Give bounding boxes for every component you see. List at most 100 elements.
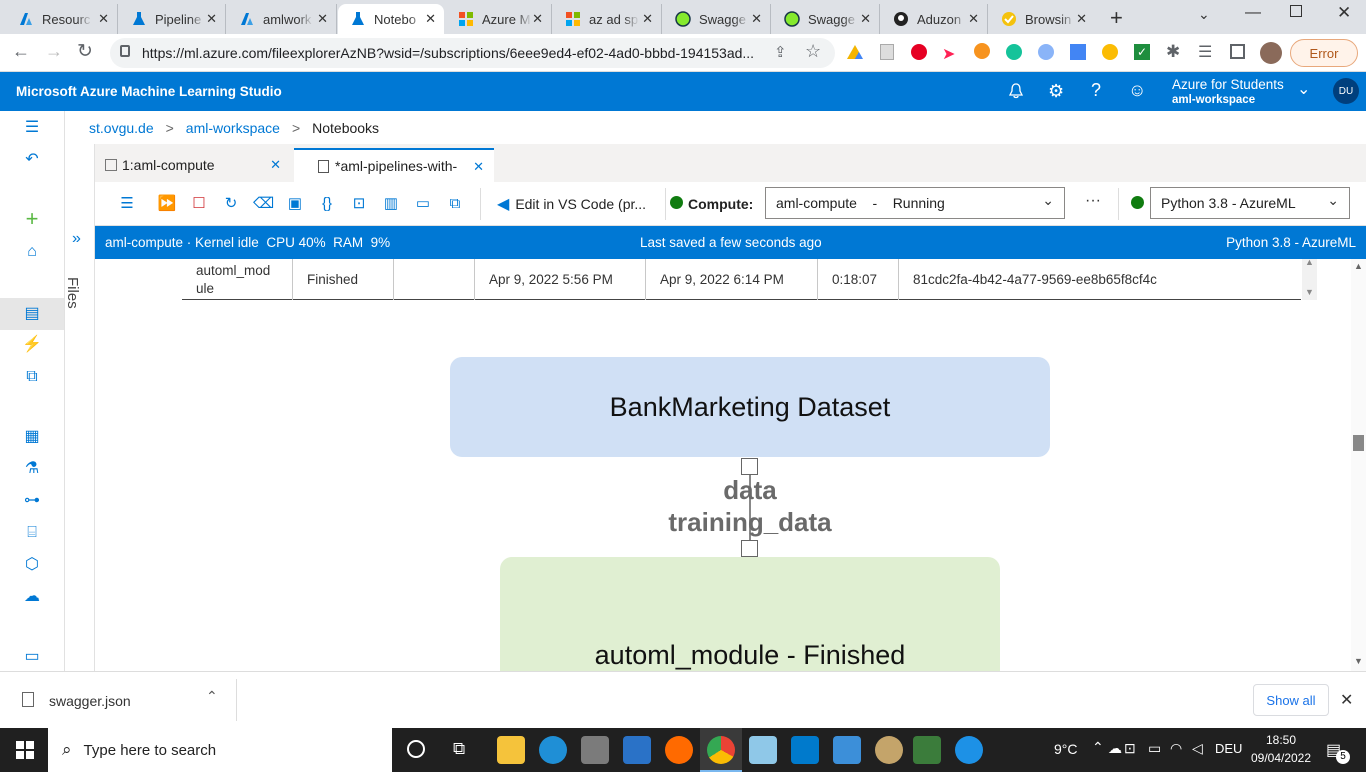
stop-icon[interactable]: ☐ [189, 194, 209, 214]
taskbar-search-box[interactable]: ⌕ Type here to search [48, 728, 392, 772]
terminal-icon[interactable]: ⊡ [349, 194, 369, 214]
close-icon[interactable]: ✕ [642, 11, 653, 27]
gear-icon[interactable]: ⚙ [1048, 81, 1064, 102]
browser-tab[interactable]: Aduzon ✕ [881, 4, 988, 34]
translate-icon[interactable] [1070, 44, 1086, 60]
browser-tab[interactable]: Browsin ✕ [989, 4, 1095, 34]
account-workspace[interactable]: aml-workspace [1172, 94, 1255, 106]
checkbox-extension-icon[interactable]: ✓ [1134, 44, 1150, 60]
chevron-up-icon[interactable]: ⌃ [206, 688, 218, 705]
bell-icon[interactable] [1008, 82, 1025, 100]
wifi-icon[interactable]: ◠ [1170, 740, 1182, 757]
kernel-select[interactable]: Python 3.8 - AzureML ⌄ [1150, 187, 1350, 219]
puzzle-icon[interactable]: ✱ [1166, 42, 1180, 62]
google-drive-icon[interactable] [847, 45, 863, 59]
variables-braces-icon[interactable]: {} [317, 194, 337, 214]
scroll-up-icon[interactable]: ▲ [1305, 259, 1314, 267]
forward-arrow-icon[interactable]: → [45, 41, 63, 62]
reload-icon[interactable]: ↻ [77, 40, 93, 63]
skype-icon[interactable] [1038, 44, 1054, 60]
new-tab-button[interactable]: + [1110, 5, 1123, 31]
account-subscription[interactable]: Azure for Students [1172, 77, 1284, 92]
git-app-icon[interactable] [913, 736, 941, 764]
firefox-icon[interactable] [665, 736, 693, 764]
restore-icon[interactable] [1290, 5, 1302, 17]
url-field[interactable]: https://ml.azure.com/fileexplorerAzNB?ws… [110, 38, 835, 68]
page-scrollbar[interactable]: ▲ ▼ [1351, 259, 1366, 671]
profile-avatar[interactable] [1260, 42, 1282, 64]
tray-app-icon[interactable]: ⊡ [1124, 740, 1136, 757]
scroll-down-icon[interactable]: ▼ [1354, 656, 1363, 666]
close-icon[interactable]: ✕ [532, 11, 543, 27]
extension-badge-icon[interactable] [974, 43, 990, 59]
side-panel-icon[interactable] [1230, 44, 1245, 59]
chrome-taskbar-active[interactable] [700, 728, 742, 772]
close-icon[interactable]: ✕ [206, 11, 217, 27]
arrow-extension-icon[interactable]: ➤ [942, 44, 958, 63]
temperature-text[interactable]: 9°C [1054, 741, 1078, 757]
designer-icon[interactable]: ⧉ [22, 368, 42, 386]
battery-icon[interactable]: ▭ [1148, 740, 1161, 757]
show-all-button[interactable]: Show all [1253, 684, 1329, 716]
notebook-output-area[interactable]: automl_mod ule Finished Apr 9, 2022 5:56… [95, 259, 1366, 671]
browser-tab[interactable]: Resourc ✕ [6, 4, 118, 34]
cloud-tray-icon[interactable]: ☁ [1108, 740, 1122, 757]
compute-cloud-icon[interactable]: ☁ [22, 588, 42, 606]
notebook-tab-active[interactable]: *aml-pipelines-with- ✕ [294, 148, 494, 182]
star-icon[interactable]: ☆ [805, 41, 821, 62]
cortana-icon[interactable] [407, 740, 425, 758]
open-new-window-icon[interactable]: ⧉ [445, 194, 465, 214]
edit-in-vscode-button[interactable]: ◀ Edit in VS Code (pr... [497, 194, 646, 214]
browser-tab[interactable]: Swagge ✕ [772, 4, 880, 34]
vscode-taskbar-icon[interactable] [791, 736, 819, 764]
close-icon[interactable]: ✕ [473, 159, 484, 175]
models-icon[interactable]: ⌸ [22, 524, 42, 542]
close-icon[interactable]: ✕ [270, 157, 281, 173]
experiments-flask-icon[interactable]: ⚗ [22, 460, 42, 478]
download-file-name[interactable]: swagger.json [49, 693, 131, 709]
undo-icon[interactable]: ↶ [22, 151, 42, 169]
home-icon[interactable]: ⌂ [22, 243, 42, 261]
close-window-icon[interactable]: ✕ [1337, 3, 1351, 23]
grammarly-icon[interactable] [1006, 44, 1022, 60]
docker-icon[interactable] [955, 736, 983, 764]
home-extension-icon[interactable] [1102, 44, 1118, 60]
module-node[interactable]: automl_module - Finished [500, 557, 1000, 671]
browser-tab[interactable]: Swagge ✕ [663, 4, 771, 34]
dataset-node[interactable]: BankMarketing Dataset [450, 357, 1050, 457]
compute-select[interactable]: aml-compute - Running ⌄ [765, 187, 1065, 219]
close-icon[interactable]: ✕ [1076, 11, 1087, 27]
smiley-icon[interactable]: ☺ [1128, 80, 1146, 101]
close-icon[interactable]: ✕ [751, 11, 762, 27]
reading-list-icon[interactable]: ☰ [1198, 42, 1212, 62]
minimize-icon[interactable]: — [1245, 4, 1261, 22]
sidebar-item-notebooks[interactable]: ▤ [0, 298, 64, 330]
file-explorer-icon[interactable] [497, 736, 525, 764]
pinterest-icon[interactable] [911, 44, 927, 60]
clock-date[interactable]: 09/04/2022 [1246, 751, 1316, 765]
pipelines-icon[interactable]: ⊶ [22, 492, 42, 510]
store-icon[interactable] [581, 736, 609, 764]
task-view-icon[interactable]: ⧉ [453, 739, 465, 759]
scroll-up-icon[interactable]: ▲ [1354, 261, 1363, 271]
plus-icon[interactable]: + [22, 208, 42, 230]
tab-search-chevron-icon[interactable]: ⌄ [1198, 6, 1210, 23]
share-icon[interactable]: ⇪ [774, 43, 787, 61]
comment-icon[interactable]: ▭ [413, 194, 433, 214]
datasets-icon[interactable]: ▦ [22, 428, 42, 446]
chevron-down-icon[interactable]: ⌄ [1297, 79, 1310, 99]
scroll-thumb[interactable] [1353, 435, 1364, 451]
outline-icon[interactable]: ▥ [381, 194, 401, 214]
back-arrow-icon[interactable]: ← [12, 41, 30, 62]
mail-icon[interactable] [623, 736, 651, 764]
close-icon[interactable]: ✕ [860, 11, 871, 27]
notepad-icon[interactable] [749, 736, 777, 764]
menu-icon[interactable]: ☰ [117, 194, 137, 214]
browser-tab-active[interactable]: Notebo ✕ [338, 4, 444, 34]
volume-icon[interactable]: ◁ [1192, 740, 1203, 757]
notes-extension-icon[interactable] [880, 44, 894, 60]
avatar[interactable]: DU [1333, 78, 1359, 104]
save-icon[interactable]: ▣ [285, 194, 305, 214]
more-options-button[interactable]: ··· [1085, 192, 1101, 210]
monitor-icon[interactable]: ▭ [22, 648, 42, 666]
